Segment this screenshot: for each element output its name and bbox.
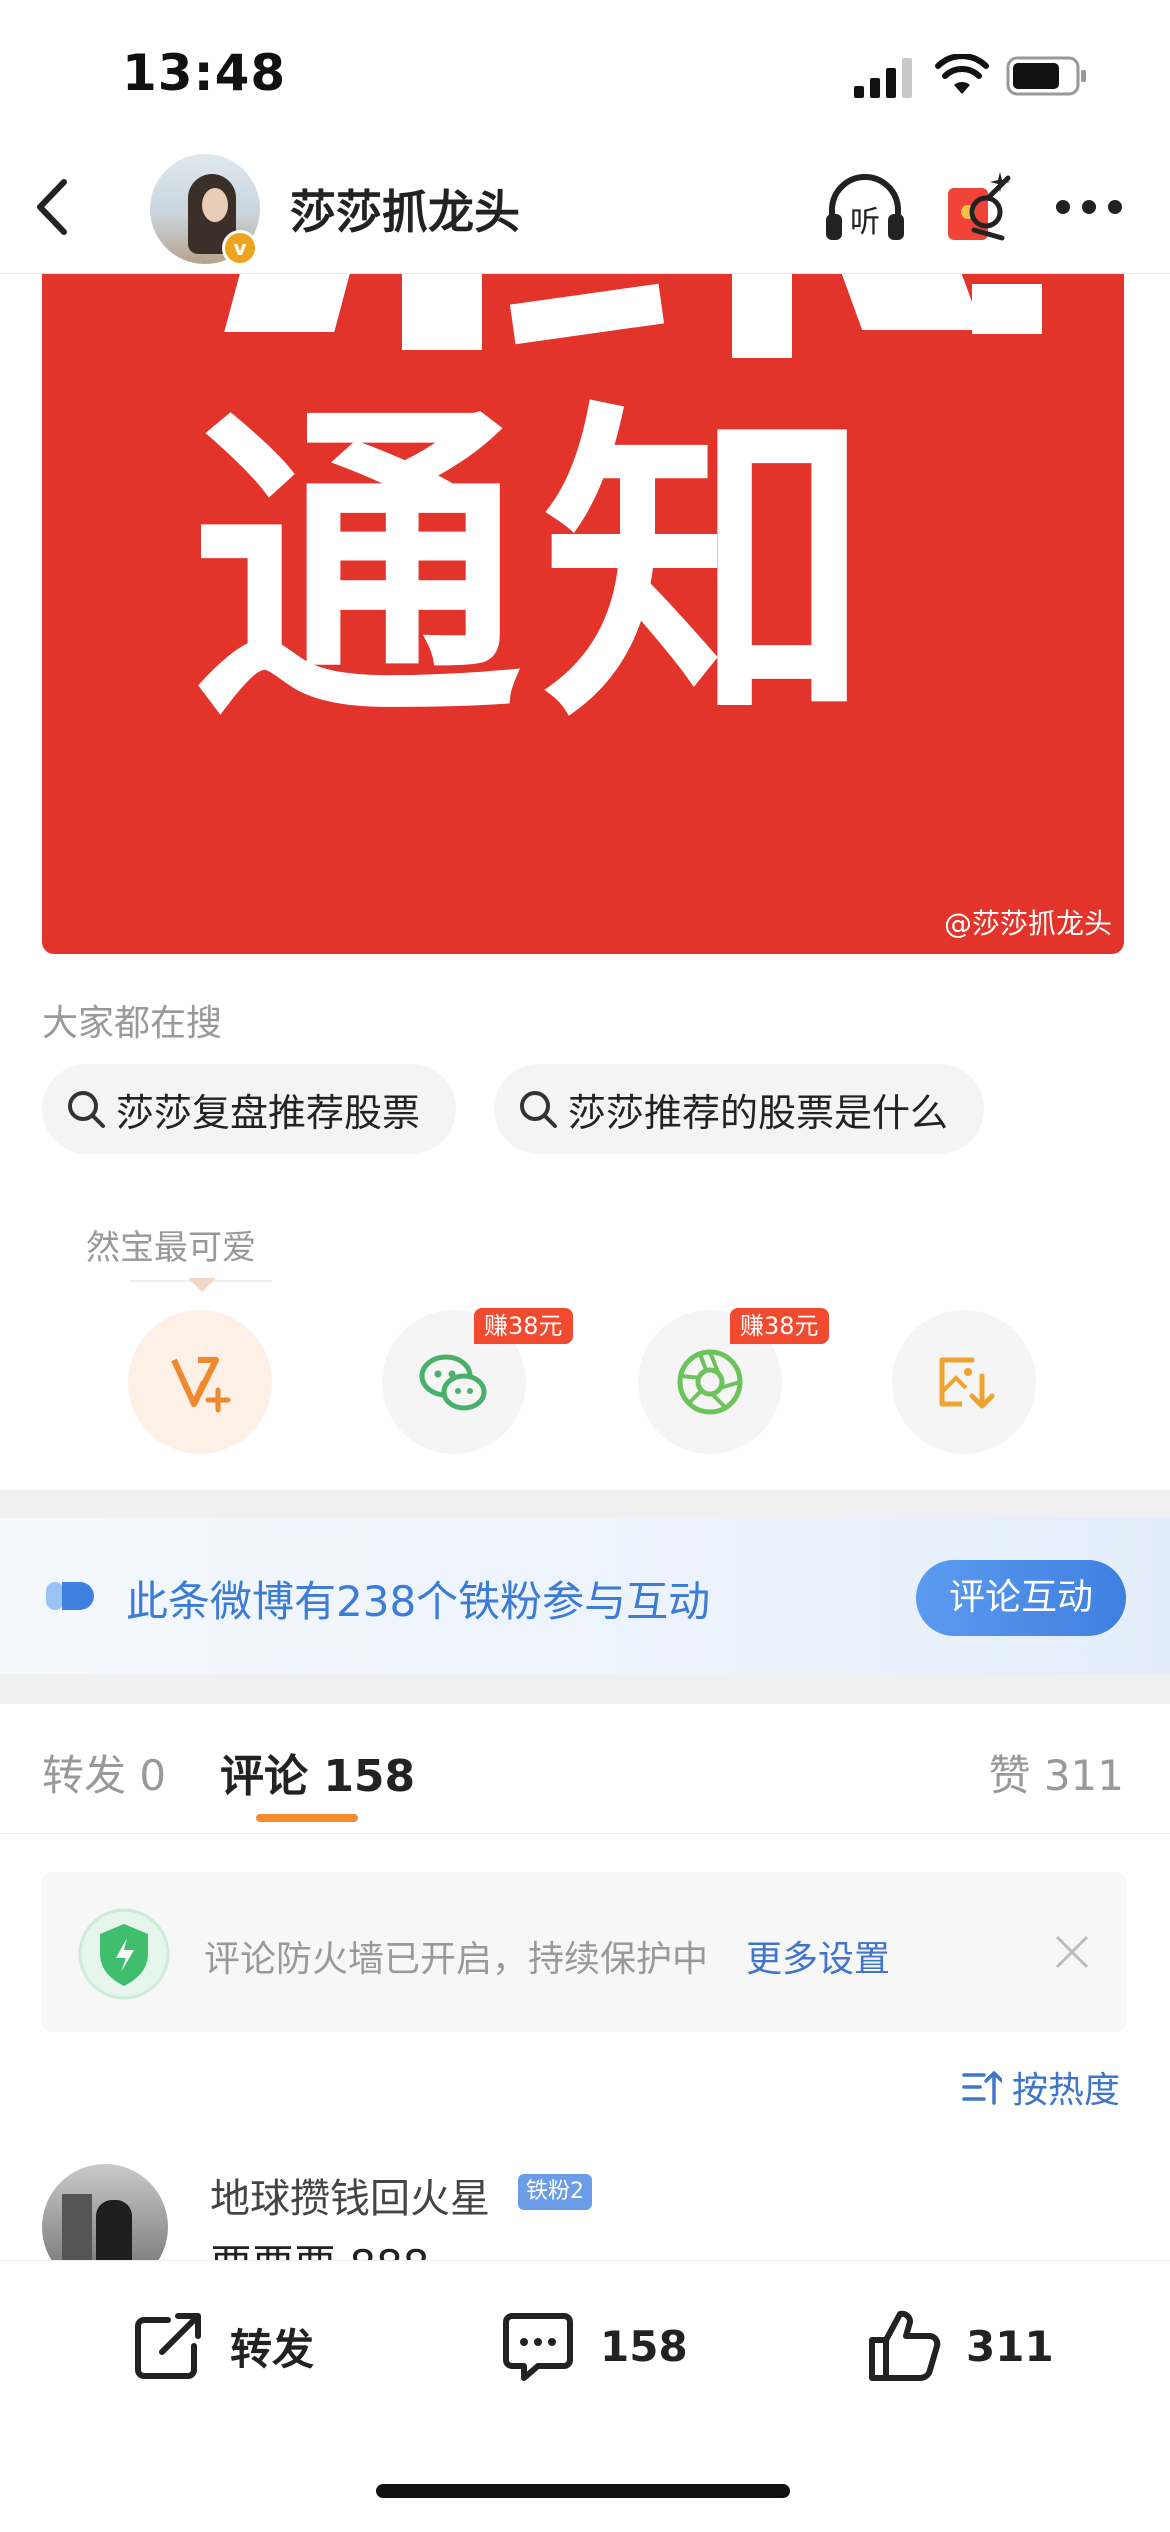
section-divider bbox=[0, 1674, 1170, 1704]
iron-fan-badge: 铁粉2 bbox=[518, 2174, 592, 2210]
comment-bubble-icon bbox=[503, 2313, 573, 2381]
signal-icon bbox=[854, 58, 912, 98]
fans-interaction-banner: 此条微博有238个铁粉参与互动 评论互动 bbox=[0, 1518, 1170, 1674]
status-bar: 13:48 bbox=[0, 0, 1170, 140]
svg-text:听: 听 bbox=[850, 205, 880, 240]
image-cropped-text bbox=[192, 274, 1052, 364]
search-suggest-chip[interactable]: 莎莎复盘推荐股票 bbox=[42, 1064, 457, 1154]
vplus-icon bbox=[171, 1357, 231, 1413]
like-button[interactable]: 311 bbox=[864, 2301, 1054, 2391]
tab-comment[interactable]: 评论 158 bbox=[220, 1740, 415, 1804]
bubble-pointer bbox=[188, 1278, 216, 1292]
comment-interact-button[interactable]: 评论互动 bbox=[916, 1560, 1126, 1636]
post-tabs: 转发 0 评论 158 赞 311 bbox=[0, 1704, 1170, 1834]
post-header: v 莎莎抓龙头 听 bbox=[0, 140, 1170, 274]
sort-icon bbox=[962, 2071, 1002, 2105]
repost-button[interactable]: 转发 bbox=[128, 2301, 314, 2391]
wifi-icon bbox=[935, 54, 989, 94]
section-divider bbox=[0, 1490, 1170, 1518]
more-options-icon[interactable] bbox=[1056, 200, 1126, 216]
wechat-icon bbox=[419, 1354, 487, 1411]
firewall-text: 评论防火墙已开启，持续保护中 bbox=[204, 1939, 709, 1980]
image-watermark: @莎莎抓龙头 bbox=[943, 907, 1112, 940]
post-image[interactable]: 通知 @莎莎抓龙头 bbox=[42, 274, 1124, 954]
search-suggest-text: 莎莎复盘推荐股票 bbox=[116, 1090, 421, 1135]
commenter-name[interactable]: 地球攒钱回火星 bbox=[210, 2166, 490, 2224]
image-headline: 通知 bbox=[192, 377, 892, 761]
tab-repost[interactable]: 转发 0 bbox=[42, 1742, 166, 1803]
save-image-icon bbox=[939, 1357, 995, 1409]
close-icon[interactable] bbox=[1052, 1932, 1092, 1972]
more-settings-link[interactable]: 更多设置 bbox=[746, 1930, 890, 1982]
earn-badge: 赚38元 bbox=[730, 1308, 829, 1344]
search-icon bbox=[520, 1091, 557, 1128]
share-vplus-button[interactable] bbox=[128, 1310, 272, 1454]
repost-icon bbox=[135, 2313, 201, 2379]
thumbs-up-icon bbox=[869, 2310, 941, 2381]
search-suggest-text: 莎莎推荐的股票是什么 bbox=[568, 1090, 949, 1135]
search-suggest-chip[interactable]: 莎莎推荐的股票是什么 bbox=[494, 1064, 985, 1154]
fans-flag-icon bbox=[46, 1582, 94, 1610]
shield-icon bbox=[78, 1908, 170, 2000]
sort-label: 按热度 bbox=[1012, 2070, 1121, 2111]
verified-badge: v bbox=[222, 230, 258, 266]
fans-banner-text: 此条微博有238个铁粉参与互动 bbox=[126, 1577, 711, 1626]
author-name[interactable]: 莎莎抓龙头 bbox=[290, 176, 520, 242]
red-packet-icon[interactable] bbox=[944, 168, 1014, 248]
like-count: 311 bbox=[966, 2321, 1054, 2371]
moments-icon bbox=[677, 1349, 743, 1415]
battery-icon bbox=[1006, 56, 1086, 96]
active-tab-indicator bbox=[256, 1814, 358, 1822]
status-time: 13:48 bbox=[122, 44, 287, 102]
listen-headphones-icon[interactable]: 听 bbox=[822, 170, 908, 246]
comment-firewall-notice: 评论防火墙已开启，持续保护中 更多设置 bbox=[42, 1872, 1126, 2032]
search-suggest-title: 大家都在搜 bbox=[42, 1003, 223, 1044]
tab-like[interactable]: 赞 311 bbox=[988, 1742, 1124, 1803]
back-arrow-icon[interactable] bbox=[28, 174, 78, 240]
sort-by-heat-button[interactable]: 按热度 bbox=[962, 2060, 1128, 2114]
save-image-button[interactable] bbox=[892, 1310, 1036, 1454]
comment-button[interactable]: 158 bbox=[498, 2301, 688, 2391]
search-icon bbox=[68, 1091, 105, 1128]
vplus-bubble-label: 然宝最可爱 bbox=[86, 1228, 256, 1268]
earn-badge: 赚38元 bbox=[474, 1308, 573, 1344]
comment-count: 158 bbox=[600, 2321, 688, 2371]
home-indicator bbox=[376, 2484, 790, 2498]
repost-label: 转发 bbox=[230, 2324, 315, 2374]
